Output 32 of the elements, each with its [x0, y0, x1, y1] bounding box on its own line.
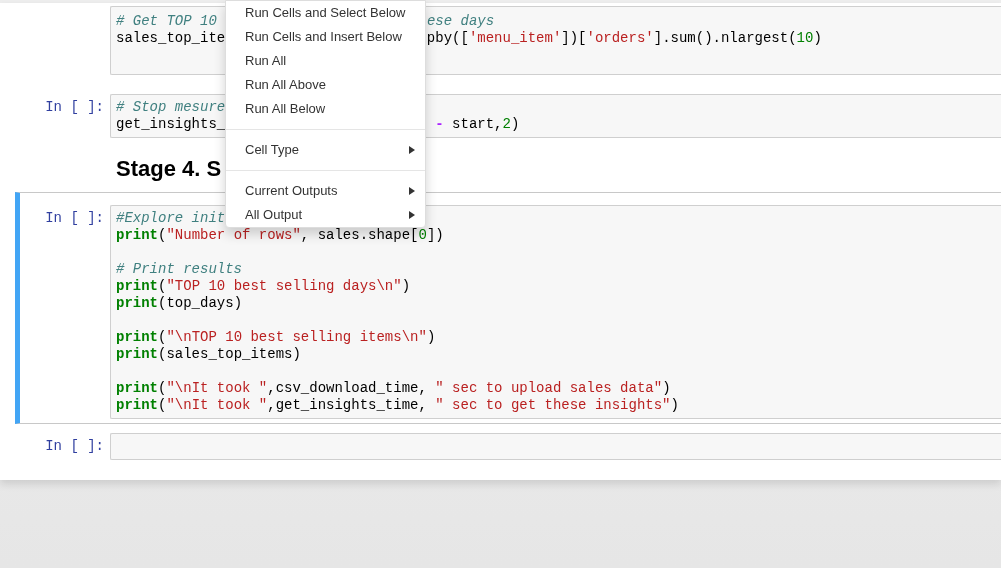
code-text: # Stop mesure [116, 99, 226, 115]
code-text: - start,2) [434, 116, 520, 132]
menu-item[interactable]: Current Outputs [226, 179, 425, 203]
menu-item[interactable]: Run All Above [226, 73, 425, 97]
submenu-arrow-icon [409, 211, 415, 219]
input-prompt: In [ ]: [45, 210, 104, 228]
code-text: print("TOP 10 best selling days\n") [116, 278, 411, 294]
menu-item[interactable]: Run Cells and Insert Below [226, 25, 425, 49]
menu-item[interactable]: Run All [226, 49, 425, 73]
code-text: ese days [426, 13, 495, 29]
code-input-box[interactable] [110, 433, 1001, 460]
submenu-arrow-icon [409, 187, 415, 195]
code-text: print("Number of rows", sales.shape[0]) [116, 227, 444, 243]
submenu-arrow-icon [409, 146, 415, 154]
code-text: get_insights_ [116, 116, 226, 132]
menu-item[interactable]: Run All Below [226, 97, 425, 121]
code-text: #Explore init [116, 210, 226, 226]
code-text: print("\nIt took ",csv_download_time, " sec to upload sales data") [116, 380, 671, 396]
code-text: print("\nTOP 10 best selling items\n") [116, 329, 436, 345]
code-text: print("\nIt took ",get_insights_time, " sec to get these insights") [116, 397, 679, 413]
code-text: print(sales_top_items) [116, 346, 301, 362]
code-text: sales_top_ite [116, 30, 226, 46]
code-input-box[interactable] [110, 205, 1001, 419]
input-prompt: In [ ]: [45, 99, 104, 117]
input-prompt: In [ ]: [45, 438, 104, 456]
section-heading: Stage 4. S [116, 156, 222, 181]
menu-item[interactable]: Cell Type [226, 138, 425, 162]
code-text: # Print results [116, 261, 243, 277]
code-text: print(top_days) [116, 295, 243, 311]
menu-item[interactable]: All Output [226, 203, 425, 227]
code-text: # Get TOP 10 [116, 13, 217, 29]
code-text: pby(['menu_item'])['orders'].sum().nlargest(10) [426, 30, 822, 46]
